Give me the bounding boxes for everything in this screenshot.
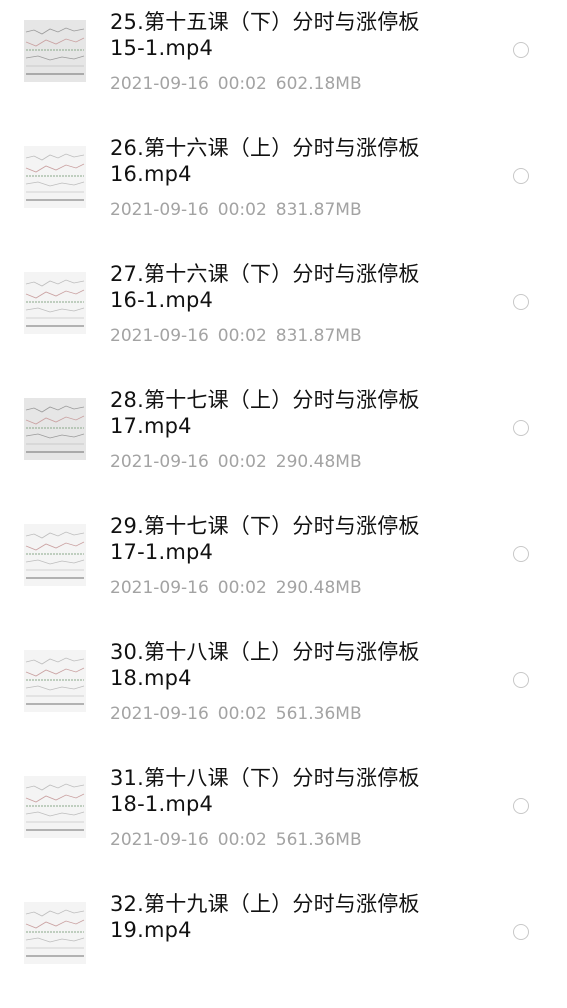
video-thumbnail-chart-icon (24, 20, 86, 82)
file-title-line2: 15-1.mp4 (110, 36, 214, 60)
file-size: 290.48MB (275, 452, 362, 472)
file-meta: 2021-09-16 00:02 831.87MB (110, 326, 371, 346)
file-size: 561.36MB (275, 704, 362, 724)
file-title-line2: 16.mp4 (110, 162, 192, 186)
file-list-item[interactable]: 25.第十五课（下）分时与涨停板 15-1.mp4 2021-09-16 00:02 6… (0, 0, 567, 126)
file-date: 2021-09-16 (110, 74, 209, 94)
file-title: 30.第十八课（上）分时与涨停板 18.mp4 (110, 639, 490, 691)
file-title: 32.第十九课（上）分时与涨停板 19.mp4 (110, 891, 490, 943)
file-meta: 2021-09-16 00:02 290.48MB (110, 578, 371, 598)
file-title: 25.第十五课（下）分时与涨停板 15-1.mp4 (110, 9, 490, 61)
file-size: 561.36MB (275, 830, 362, 850)
file-title-line1: 25.第十五课（下）分时与涨停板 (110, 10, 420, 34)
file-meta: 2021-09-16 00:02 561.36MB (110, 830, 371, 850)
file-list-item[interactable]: 29.第十七课（下）分时与涨停板 17-1.mp4 2021-09-16 00:02 2… (0, 504, 567, 630)
file-time: 00:02 (217, 74, 267, 94)
file-time: 00:02 (217, 326, 267, 346)
file-meta: 2021-09-16 00:02 561.36MB (110, 704, 371, 724)
file-title-line1: 32.第十九课（上）分时与涨停板 (110, 892, 420, 916)
file-title-line1: 26.第十六课（上）分时与涨停板 (110, 136, 420, 160)
file-date: 2021-09-16 (110, 578, 209, 598)
file-date: 2021-09-16 (110, 704, 209, 724)
file-size: 602.18MB (275, 74, 362, 94)
video-thumbnail-chart-icon (24, 650, 86, 712)
file-title-line2: 16-1.mp4 (110, 288, 214, 312)
file-meta: 2021-09-16 00:02 831.87MB (110, 200, 371, 220)
file-list-item[interactable]: 31.第十八课（下）分时与涨停板 18-1.mp4 2021-09-16 00:02 5… (0, 756, 567, 882)
file-title-line2: 18-1.mp4 (110, 792, 214, 816)
video-thumbnail-chart-icon (24, 776, 86, 838)
file-meta (110, 956, 137, 976)
file-list-item[interactable]: 30.第十八课（上）分时与涨停板 18.mp4 2021-09-16 00:02 561… (0, 630, 567, 756)
file-title-line2: 19.mp4 (110, 918, 192, 942)
file-time: 00:02 (217, 452, 267, 472)
file-title-line2: 17-1.mp4 (110, 540, 214, 564)
file-title-line1: 29.第十七课（下）分时与涨停板 (110, 514, 420, 538)
file-date: 2021-09-16 (110, 830, 209, 850)
file-date: 2021-09-16 (110, 452, 209, 472)
file-title-line2: 18.mp4 (110, 666, 192, 690)
file-title: 27.第十六课（下）分时与涨停板 16-1.mp4 (110, 261, 490, 313)
file-title: 28.第十七课（上）分时与涨停板 17.mp4 (110, 387, 490, 439)
select-radio-button[interactable] (513, 42, 529, 58)
file-size: 290.48MB (275, 578, 362, 598)
file-meta: 2021-09-16 00:02 290.48MB (110, 452, 371, 472)
video-thumbnail-chart-icon (24, 272, 86, 334)
file-size: 831.87MB (275, 326, 362, 346)
select-radio-button[interactable] (513, 546, 529, 562)
file-date: 2021-09-16 (110, 326, 209, 346)
file-title: 29.第十七课（下）分时与涨停板 17-1.mp4 (110, 513, 490, 565)
file-title: 31.第十八课（下）分时与涨停板 18-1.mp4 (110, 765, 490, 817)
file-title-line1: 28.第十七课（上）分时与涨停板 (110, 388, 420, 412)
file-list-item[interactable]: 26.第十六课（上）分时与涨停板 16.mp4 2021-09-16 00:02 831… (0, 126, 567, 252)
select-radio-button[interactable] (513, 798, 529, 814)
file-title-line1: 31.第十八课（下）分时与涨停板 (110, 766, 420, 790)
select-radio-button[interactable] (513, 924, 529, 940)
video-thumbnail-chart-icon (24, 524, 86, 586)
select-radio-button[interactable] (513, 420, 529, 436)
file-list-item[interactable]: 27.第十六课（下）分时与涨停板 16-1.mp4 2021-09-16 00:02 8… (0, 252, 567, 378)
video-thumbnail-chart-icon (24, 398, 86, 460)
file-time: 00:02 (217, 200, 267, 220)
file-list-item[interactable]: 28.第十七课（上）分时与涨停板 17.mp4 2021-09-16 00:02 290… (0, 378, 567, 504)
file-meta: 2021-09-16 00:02 602.18MB (110, 74, 371, 94)
file-time: 00:02 (217, 830, 267, 850)
file-title-line2: 17.mp4 (110, 414, 192, 438)
file-time: 00:02 (217, 704, 267, 724)
select-radio-button[interactable] (513, 294, 529, 310)
file-time: 00:02 (217, 578, 267, 598)
file-list-item[interactable]: 32.第十九课（上）分时与涨停板 19.mp4 (0, 882, 567, 1008)
video-thumbnail-chart-icon (24, 902, 86, 964)
file-title-line1: 27.第十六课（下）分时与涨停板 (110, 262, 420, 286)
video-thumbnail-chart-icon (24, 146, 86, 208)
file-title-line1: 30.第十八课（上）分时与涨停板 (110, 640, 420, 664)
select-radio-button[interactable] (513, 168, 529, 184)
file-date: 2021-09-16 (110, 200, 209, 220)
select-radio-button[interactable] (513, 672, 529, 688)
file-size: 831.87MB (275, 200, 362, 220)
file-title: 26.第十六课（上）分时与涨停板 16.mp4 (110, 135, 490, 187)
